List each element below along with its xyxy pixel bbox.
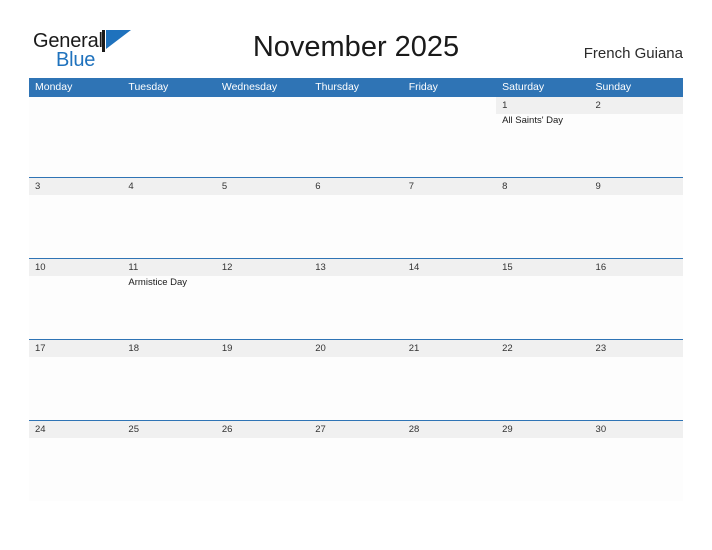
day-cell[interactable]: 4 [122, 178, 216, 258]
page-header: General Blue November 2025 French Guiana [0, 0, 712, 78]
day-number: 4 [128, 181, 134, 192]
week-cells: 3 4 5 6 7 8 9 [29, 178, 683, 258]
weekday-header-row: Monday Tuesday Wednesday Thursday Friday Satu… [29, 78, 683, 97]
day-cell[interactable]: 12 [215, 259, 310, 339]
day-cell[interactable]: 10 [29, 259, 123, 339]
day-number: 8 [502, 181, 508, 192]
day-cell-empty [309, 97, 403, 177]
day-cell[interactable]: 6 [309, 178, 403, 258]
day-cell[interactable]: 28 [402, 421, 497, 501]
day-number: 13 [315, 262, 326, 273]
day-number: 17 [35, 343, 46, 354]
day-cell[interactable]: 15 [496, 259, 590, 339]
weekday-header-wednesday: Wednesday [221, 81, 278, 93]
day-cell[interactable]: 20 [309, 340, 403, 420]
day-number: 9 [595, 181, 601, 192]
day-number: 6 [315, 181, 321, 192]
day-number: 16 [595, 262, 607, 273]
day-cell[interactable]: 27 [309, 421, 403, 501]
day-event-label: Armistice Day [128, 277, 188, 288]
weekday-header-friday: Friday [408, 81, 438, 93]
weekday-header-tuesday: Tuesday [128, 81, 169, 93]
day-cell[interactable]: 8 [496, 178, 590, 258]
day-cell[interactable]: 7 [402, 178, 497, 258]
day-number: 23 [595, 343, 607, 354]
day-number: 29 [502, 424, 513, 435]
day-number: 3 [35, 181, 41, 192]
day-cell[interactable]: 5 [215, 178, 310, 258]
day-cell[interactable]: 17 [29, 340, 123, 420]
day-number: 10 [35, 262, 46, 273]
calendar-week-row: 17 18 19 20 21 22 23 [29, 339, 683, 420]
day-cell[interactable]: 2 [589, 97, 683, 177]
week-cells: 24 25 26 27 28 29 30 [29, 421, 683, 501]
day-number: 12 [221, 262, 233, 273]
day-number: 1 [502, 100, 508, 111]
day-number: 2 [595, 100, 601, 111]
calendar-page: General Blue November 2025 French Guiana… [0, 0, 712, 550]
day-cell[interactable]: 22 [496, 340, 590, 420]
day-number: 30 [595, 424, 607, 435]
day-cell[interactable]: 18 [122, 340, 216, 420]
day-cell[interactable]: 19 [215, 340, 310, 420]
day-cell[interactable]: 3 [29, 178, 123, 258]
day-cell[interactable]: 29 [496, 421, 590, 501]
day-event-label: All Saints' Day [502, 115, 564, 126]
day-number: 24 [35, 424, 46, 435]
day-cell[interactable]: 9 [589, 178, 683, 258]
day-cell[interactable]: 23 [589, 340, 683, 420]
day-number: 20 [315, 343, 326, 354]
day-number: 11 [128, 262, 139, 273]
weekday-header-saturday: Saturday [502, 81, 545, 93]
calendar-week-row: 3 4 5 6 7 8 9 [29, 177, 683, 258]
day-cell-empty [215, 97, 310, 177]
day-cell[interactable]: 24 [29, 421, 123, 501]
calendar-week-row: 24 25 26 27 28 29 30 [29, 420, 683, 501]
day-number: 5 [221, 181, 228, 192]
day-number: 22 [502, 343, 513, 354]
day-cell[interactable]: 13 [309, 259, 403, 339]
day-number: 28 [408, 424, 420, 435]
calendar-week-row: 10 11 Armistice Day 12 13 14 15 16 [29, 258, 683, 339]
weekday-header-sunday: Sunday [595, 81, 632, 93]
day-number: 15 [502, 262, 513, 273]
weekday-header-monday: Monday [35, 81, 73, 93]
day-cell[interactable]: 30 [589, 421, 683, 501]
day-cell[interactable]: 14 [402, 259, 497, 339]
day-cell[interactable]: 1 All Saints' Day [496, 97, 590, 177]
week-cells: 1 All Saints' Day 2 [29, 97, 683, 177]
week-cells: 10 11 Armistice Day 12 13 14 15 16 [29, 259, 683, 339]
day-number: 19 [221, 343, 233, 354]
day-number: 27 [315, 424, 326, 435]
day-number: 25 [128, 424, 139, 435]
day-number: 18 [128, 343, 139, 354]
calendar-week-row: 1 All Saints' Day 2 [29, 97, 683, 177]
day-number: 21 [408, 343, 420, 354]
day-number: 26 [221, 424, 233, 435]
day-cell-empty [29, 97, 123, 177]
day-cell-empty [402, 97, 497, 177]
day-number: 7 [408, 181, 414, 192]
calendar-weeks: 1 All Saints' Day 2 3 4 5 6 7 8 9 10 11 Armistice Da… [29, 97, 683, 501]
day-cell[interactable]: 11 Armistice Day [122, 259, 216, 339]
day-cell[interactable]: 26 [215, 421, 310, 501]
day-cell[interactable]: 25 [122, 421, 216, 501]
weekday-header-thursday: Thursday [315, 81, 360, 93]
calendar-grid: Monday Tuesday Wednesday Thursday Friday Satu… [29, 78, 683, 501]
day-cell-empty [122, 97, 216, 177]
day-cell[interactable]: 21 [402, 340, 497, 420]
week-cells: 17 18 19 20 21 22 23 [29, 340, 683, 420]
day-number: 14 [408, 262, 420, 273]
region-label: French Guiana [583, 45, 683, 62]
day-cell[interactable]: 16 [589, 259, 683, 339]
